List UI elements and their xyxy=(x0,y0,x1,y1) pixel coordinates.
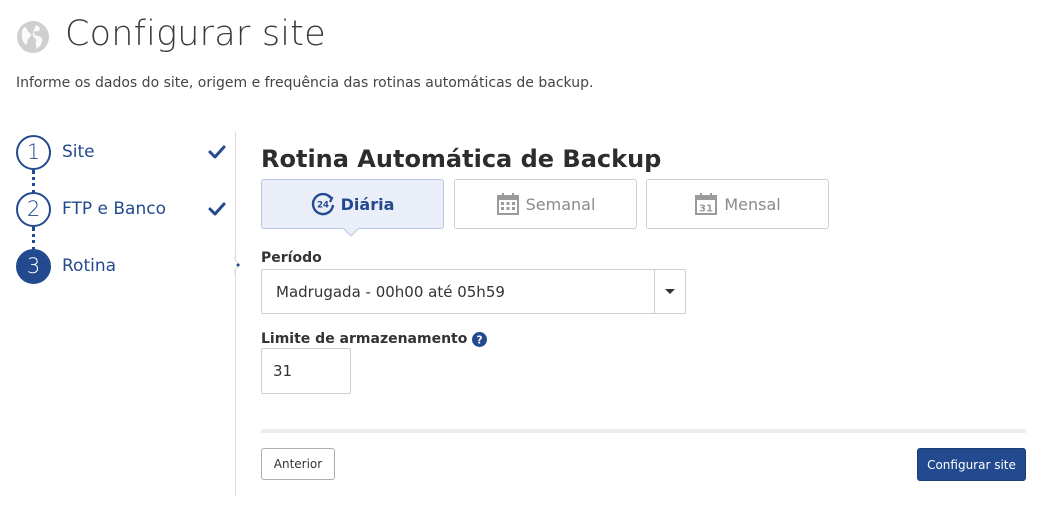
vertical-divider xyxy=(235,132,236,496)
step-site[interactable]: 1 Site xyxy=(16,134,226,170)
periodo-select[interactable]: Madrugada - 00h00 até 05h59 xyxy=(261,269,686,314)
limite-input[interactable] xyxy=(261,348,351,394)
tab-semanal[interactable]: Semanal xyxy=(454,179,637,229)
dropdown-toggle[interactable] xyxy=(654,270,685,313)
step-rotina[interactable]: 3 Rotina xyxy=(16,248,226,284)
section-title: Rotina Automática de Backup xyxy=(261,145,662,173)
step-number: 1 xyxy=(16,134,51,170)
periodo-label: Período xyxy=(261,250,322,266)
step-label: Site xyxy=(62,142,95,162)
calendar-icon xyxy=(496,193,519,215)
periodo-label-text: Período xyxy=(261,250,322,266)
calendar-day-text: 31 xyxy=(699,204,713,215)
24h-icon: 24 xyxy=(311,192,334,216)
check-icon xyxy=(208,202,226,216)
step-label: Rotina xyxy=(62,256,117,276)
calendar-31-icon: 31 xyxy=(695,193,718,215)
step-ftp-banco[interactable]: 2 FTP e Banco xyxy=(16,191,226,227)
limite-label: Limite de armazenamento ? xyxy=(261,331,488,347)
periodo-selected-value: Madrugada - 00h00 até 05h59 xyxy=(276,282,505,301)
configurar-site-button[interactable]: Configurar site xyxy=(917,448,1026,481)
tab-label: Diária xyxy=(340,194,395,214)
caret-down-icon xyxy=(665,288,675,294)
tab-mensal[interactable]: 31 Mensal xyxy=(646,179,829,229)
limite-label-text: Limite de armazenamento xyxy=(261,331,468,347)
help-icon[interactable]: ? xyxy=(472,331,488,347)
svg-text:?: ? xyxy=(477,334,483,346)
tab-notch-icon xyxy=(343,228,359,237)
horizontal-divider xyxy=(261,429,1026,433)
tab-diaria[interactable]: 24 Diária xyxy=(261,179,444,229)
step-label: FTP e Banco xyxy=(62,199,166,219)
active-step-pointer-icon xyxy=(234,255,241,275)
page-subtitle: Informe os dados do site, origem e frequ… xyxy=(16,75,594,91)
step-number: 3 xyxy=(16,248,51,284)
globe-icon xyxy=(17,21,49,53)
step-number: 2 xyxy=(16,191,51,227)
24h-badge-text: 24 xyxy=(317,201,329,211)
tab-label: Semanal xyxy=(525,194,596,214)
check-icon xyxy=(208,145,226,159)
tab-label: Mensal xyxy=(724,194,781,214)
anterior-button[interactable]: Anterior xyxy=(261,448,335,480)
page-title: Configurar site xyxy=(65,14,326,54)
